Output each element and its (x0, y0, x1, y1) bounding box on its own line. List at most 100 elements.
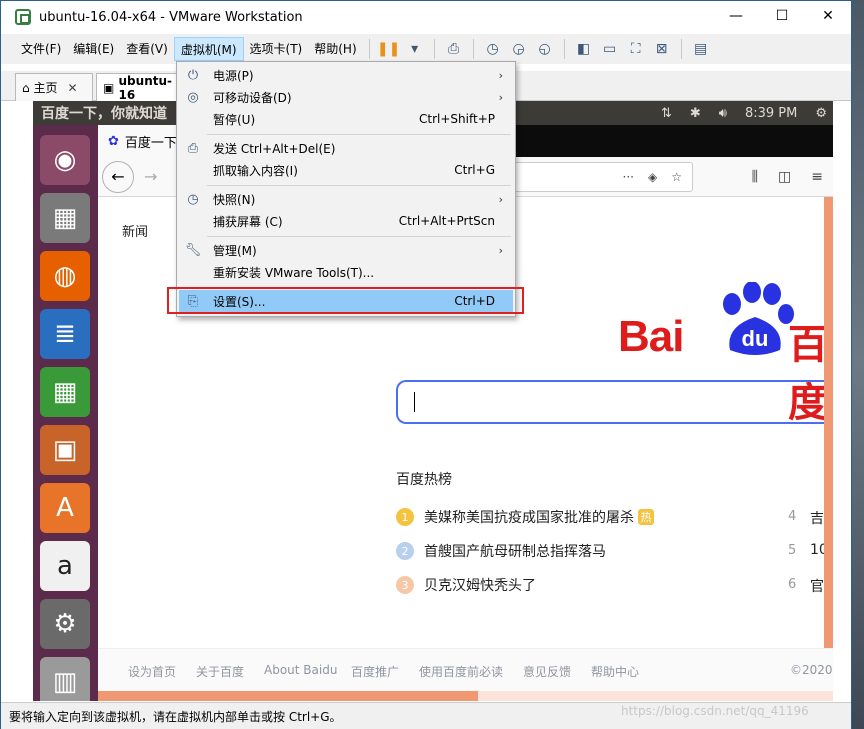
menu-help[interactable]: 帮助(H) (308, 37, 362, 61)
hot-list-item[interactable]: 2 首艘国产航母研制总指挥落马 (396, 540, 606, 562)
unity-icon[interactable]: ⊠ (649, 37, 675, 61)
submenu-arrow-icon: › (498, 243, 503, 257)
bookmark-star-icon[interactable]: ☆ (671, 170, 682, 184)
tab-vm[interactable]: ▣ ubuntu-16 (96, 73, 186, 102)
calc-icon[interactable]: ▦ (40, 367, 90, 417)
hot-list-title[interactable]: 百度热榜 (396, 469, 452, 489)
footer-progress-fill (98, 691, 478, 701)
hot-item-text[interactable]: 官 (810, 576, 824, 596)
chevron-down-icon[interactable]: ▾ (402, 37, 428, 61)
news-link[interactable]: 新闻 (122, 221, 148, 240)
annotation-highlight-box (167, 287, 524, 314)
menu-view[interactable]: 查看(V) (120, 37, 174, 61)
hamburger-menu-icon[interactable]: ≡ (811, 169, 823, 185)
toolbar-separator (368, 39, 370, 59)
firefox-icon[interactable]: ◍ (40, 251, 90, 301)
thumbnail-view-icon[interactable]: ▤ (688, 37, 714, 61)
text-caret (414, 392, 415, 412)
footer-link-promotion[interactable]: 百度推广 (351, 663, 399, 680)
status-message: 要将输入定向到该虚拟机，请在虚拟机内部单击或按 Ctrl+G。 (9, 709, 342, 724)
sidebar-icon[interactable]: ◫ (778, 169, 791, 185)
menu-item-pause[interactable]: 暂停(U) Ctrl+Shift+P (179, 108, 513, 130)
url-bar[interactable]: ··· ◈ ☆ (498, 162, 693, 192)
software-center-icon[interactable]: A (40, 483, 90, 533)
volume-icon[interactable]: 🔊︎ (719, 106, 727, 121)
hot-item-text: 美媒称美国抗疫成国家批准的屠杀 (424, 510, 634, 526)
files-icon[interactable]: ▦ (40, 193, 90, 243)
menu-separator (207, 134, 511, 135)
snapshot-revert-icon[interactable]: ◶ (506, 37, 532, 61)
amazon-icon[interactable]: a (40, 541, 90, 591)
toolbar-separator (680, 39, 682, 59)
bluetooth-icon[interactable]: ✱ (690, 106, 701, 121)
vm-icon: ▣ (103, 80, 119, 95)
hot-list-item[interactable]: 1 美媒称美国抗疫成国家批准的屠杀 热 (396, 506, 654, 528)
menu-item-power[interactable]: ⏻ 电源(P) › (179, 64, 513, 86)
page-actions-icon[interactable]: ··· (623, 170, 634, 184)
footer-link-help[interactable]: 帮助中心 (591, 663, 639, 680)
menu-separator (207, 185, 511, 186)
console-view-icon[interactable]: ▭ (597, 37, 623, 61)
close-button[interactable]: ✕ (805, 1, 851, 31)
ubuntu-panel-title: 百度一下，你就知道 (41, 106, 167, 122)
menu-item-capture-screen[interactable]: 捕获屏幕 (C) Ctrl+Alt+PrtScn (179, 210, 513, 232)
footer-link-about-en[interactable]: About Baidu (264, 663, 337, 677)
wrench-icon: 🔧︎ (184, 242, 202, 258)
ubuntu-indicators: ⇅ ✱ 🔊︎ 8:39 PM ⚙ (661, 101, 827, 125)
menu-file[interactable]: 文件(F) (15, 37, 67, 61)
menu-item-manage[interactable]: 🔧︎ 管理(M) › (179, 239, 513, 261)
footer-link-about[interactable]: 关于百度 (196, 663, 244, 680)
logo-latin: Bai (618, 312, 684, 361)
system-settings-icon[interactable]: ⚙ (40, 599, 90, 649)
vmware-app-icon (15, 9, 31, 25)
toolbar-separator (472, 39, 474, 59)
hot-item-text[interactable]: 吉 (810, 508, 824, 528)
rank-badge: 3 (396, 576, 414, 594)
maximize-button[interactable]: ☐ (759, 1, 805, 31)
send-keys-icon[interactable]: ⎙ (441, 37, 467, 61)
snapshot-manager-icon[interactable]: ◵ (532, 37, 558, 61)
logo-du: du (742, 326, 769, 351)
pocket-icon[interactable]: ◈ (648, 170, 657, 184)
writer-icon[interactable]: ≣ (40, 309, 90, 359)
system-gear-icon[interactable]: ⚙ (815, 106, 827, 121)
tab-home[interactable]: ⌂ 主页 ✕ (15, 73, 93, 101)
menu-tabs[interactable]: 选项卡(T) (244, 37, 309, 61)
menu-item-reinstall-tools[interactable]: 重新安装 VMware Tools(T)... (179, 261, 513, 283)
trash-icon[interactable]: ▥ (40, 657, 90, 701)
submenu-arrow-icon: › (498, 68, 503, 82)
menu-item-removable-devices[interactable]: ◎ 可移动设备(D) › (179, 86, 513, 108)
search-input[interactable] (396, 380, 833, 424)
pause-icon[interactable]: ❚❚ (376, 37, 402, 61)
library-icon[interactable]: ⫼ (752, 169, 758, 185)
clock[interactable]: 8:39 PM (745, 106, 797, 121)
ubuntu-dash-icon[interactable]: ◉ (40, 135, 90, 185)
close-icon[interactable]: ✕ (67, 81, 77, 95)
hot-list-item[interactable]: 3 贝克汉姆快秃头了 (396, 574, 536, 596)
network-icon[interactable]: ⇅ (661, 106, 672, 121)
shortcut-label: Ctrl+G (454, 163, 495, 177)
forward-button[interactable]: → (144, 167, 157, 186)
fullscreen-icon[interactable]: ⛶ (623, 37, 649, 61)
shortcut-label: Ctrl+Shift+P (419, 112, 495, 126)
footer-link-terms[interactable]: 使用百度前必读 (419, 663, 503, 680)
submenu-arrow-icon: › (498, 90, 503, 104)
baidu-logo[interactable]: Bai du 百度 (618, 282, 833, 425)
menu-item-send-ctrl-alt-del[interactable]: ⎙ 发送 Ctrl+Alt+Del(E) (179, 137, 513, 159)
minimize-button[interactable]: — (713, 1, 759, 31)
impress-icon[interactable]: ▣ (40, 425, 90, 475)
sidebar-toggle-icon[interactable]: ◧ (571, 37, 597, 61)
toolbar-separator (563, 39, 565, 59)
snapshot-take-icon[interactable]: ◷ (480, 37, 506, 61)
back-button[interactable]: ← (102, 160, 134, 193)
menu-edit[interactable]: 编辑(E) (67, 37, 120, 61)
menu-item-snapshot[interactable]: ◷ 快照(N) › (179, 188, 513, 210)
menu-vm[interactable]: 虚拟机(M) (173, 37, 244, 61)
footer-link-feedback[interactable]: 意见反馈 (523, 663, 571, 680)
submenu-arrow-icon: › (498, 192, 503, 206)
snapshot-icon: ◷ (187, 191, 199, 207)
home-icon: ⌂ (22, 80, 34, 95)
footer-link-homepage[interactable]: 设为首页 (128, 663, 176, 680)
menu-item-grab-input[interactable]: 抓取输入内容(I) Ctrl+G (179, 159, 513, 181)
desktop-right-strip (850, 0, 864, 729)
